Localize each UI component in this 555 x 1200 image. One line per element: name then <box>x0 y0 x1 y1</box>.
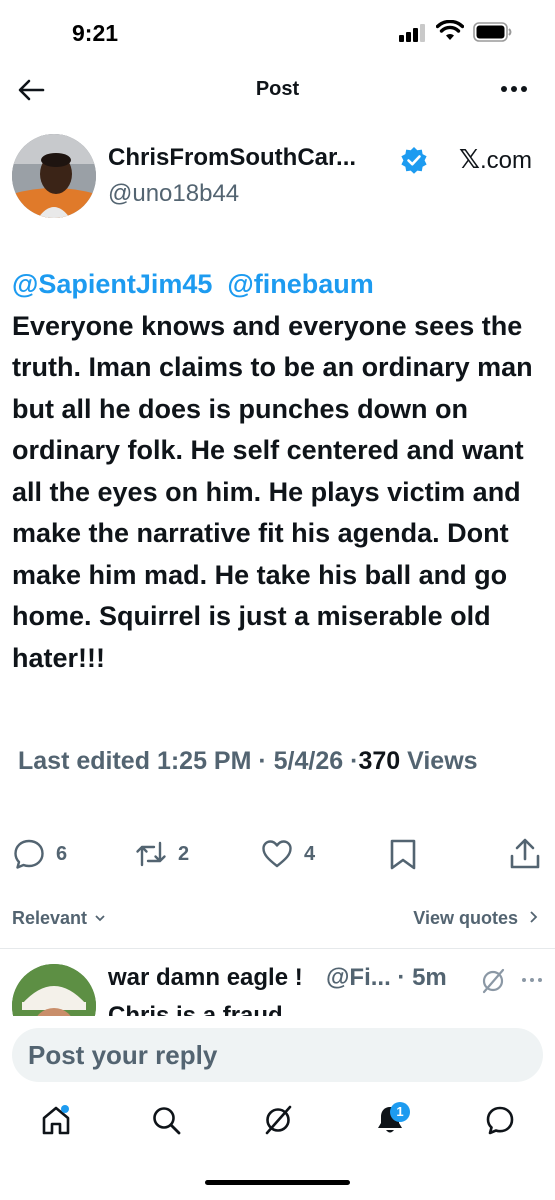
chevron-down-icon <box>95 915 105 922</box>
author-display-name[interactable]: ChrisFromSouthCar... <box>108 144 356 172</box>
bookmark-icon <box>390 839 416 870</box>
reply-text: Chris is a fraud <box>108 1002 283 1016</box>
more-horizontal-icon[interactable] <box>501 86 529 94</box>
relevant-sort-dropdown[interactable]: Relevant <box>12 908 106 929</box>
reply-count: 6 <box>56 842 68 865</box>
status-time: 9:21 <box>72 20 119 46</box>
like-count: 4 <box>304 842 316 865</box>
view-quotes-label: View quotes <box>413 908 518 928</box>
heart-icon <box>262 840 292 868</box>
x-logo-icon: 𝕏 <box>459 144 480 174</box>
verified-badge-icon <box>401 147 427 174</box>
message-icon <box>486 1106 514 1135</box>
nav-messages[interactable] <box>484 1104 524 1144</box>
reply-input[interactable] <box>12 1028 543 1082</box>
chevron-right-icon <box>530 911 538 923</box>
repost-button[interactable]: 2 <box>134 834 189 874</box>
more-horizontal-icon[interactable] <box>522 978 542 984</box>
author-handle[interactable]: @uno18b44 <box>108 180 239 208</box>
post-actions: 6 2 4 <box>0 834 555 876</box>
post-author: ChrisFromSouthCar... @uno18b44 𝕏.com <box>12 134 542 220</box>
post-header: Post <box>0 66 555 114</box>
nav-home[interactable] <box>40 1104 80 1144</box>
views-count: 370 <box>358 747 401 775</box>
reply-icon <box>14 839 44 869</box>
unread-dot <box>61 1105 69 1113</box>
home-indicator <box>205 1180 350 1185</box>
view-quotes-link[interactable]: View quotes <box>413 908 539 929</box>
divider <box>0 948 555 949</box>
post-time: 1:25 PM <box>156 747 252 775</box>
views-label: Views <box>407 747 478 775</box>
repost-icon <box>136 841 166 867</box>
edited-label[interactable]: Last edited <box>18 747 150 775</box>
reply-display-name[interactable]: war damn eagle ! <box>108 964 303 992</box>
grok-icon <box>265 1105 292 1135</box>
share-button[interactable] <box>508 834 542 874</box>
avatar[interactable] <box>12 134 96 218</box>
bookmark-button[interactable] <box>386 834 420 874</box>
post-date: 5/4/26 <box>273 747 344 775</box>
wifi-icon <box>436 20 464 40</box>
reply-meta: @Fi... · 5m <box>326 964 447 991</box>
bottom-nav: 1 <box>0 1094 555 1154</box>
share-icon <box>510 838 540 869</box>
search-icon <box>153 1107 181 1135</box>
page-title: Post <box>255 78 300 100</box>
replies-sort-row: Relevant View quotes <box>0 904 555 936</box>
post-text: @SapientJim45 @finebaum Everyone knows a… <box>12 264 542 679</box>
mention-link[interactable]: @SapientJim45 <box>12 269 212 299</box>
reply-composer <box>0 1016 555 1094</box>
like-button[interactable]: 4 <box>260 834 315 874</box>
battery-icon <box>473 22 512 42</box>
repost-count: 2 <box>178 842 190 865</box>
avatar[interactable] <box>12 964 96 1016</box>
source-label: 𝕏.com <box>459 144 532 175</box>
mention-link[interactable]: @finebaum <box>227 269 373 299</box>
grok-icon[interactable] <box>480 968 506 994</box>
post-meta: Last edited 1:25 PM · 5/4/26 ·370 Views <box>18 747 478 776</box>
nav-explore[interactable] <box>150 1104 190 1144</box>
nav-notifications[interactable]: 1 <box>374 1102 414 1144</box>
meta-separator: · <box>258 747 267 775</box>
cellular-signal-icon <box>399 24 429 42</box>
status-bar: 9:21 <box>0 0 555 66</box>
source-text: .com <box>479 147 532 174</box>
reply-button[interactable]: 6 <box>12 834 67 874</box>
relevant-label: Relevant <box>12 908 88 928</box>
post-body: Everyone knows and everyone sees the tru… <box>12 310 533 673</box>
notification-badge: 1 <box>390 1102 410 1122</box>
reply-item[interactable]: war damn eagle ! @Fi... · 5m Chris is a … <box>0 950 555 1016</box>
nav-grok[interactable] <box>262 1104 302 1144</box>
